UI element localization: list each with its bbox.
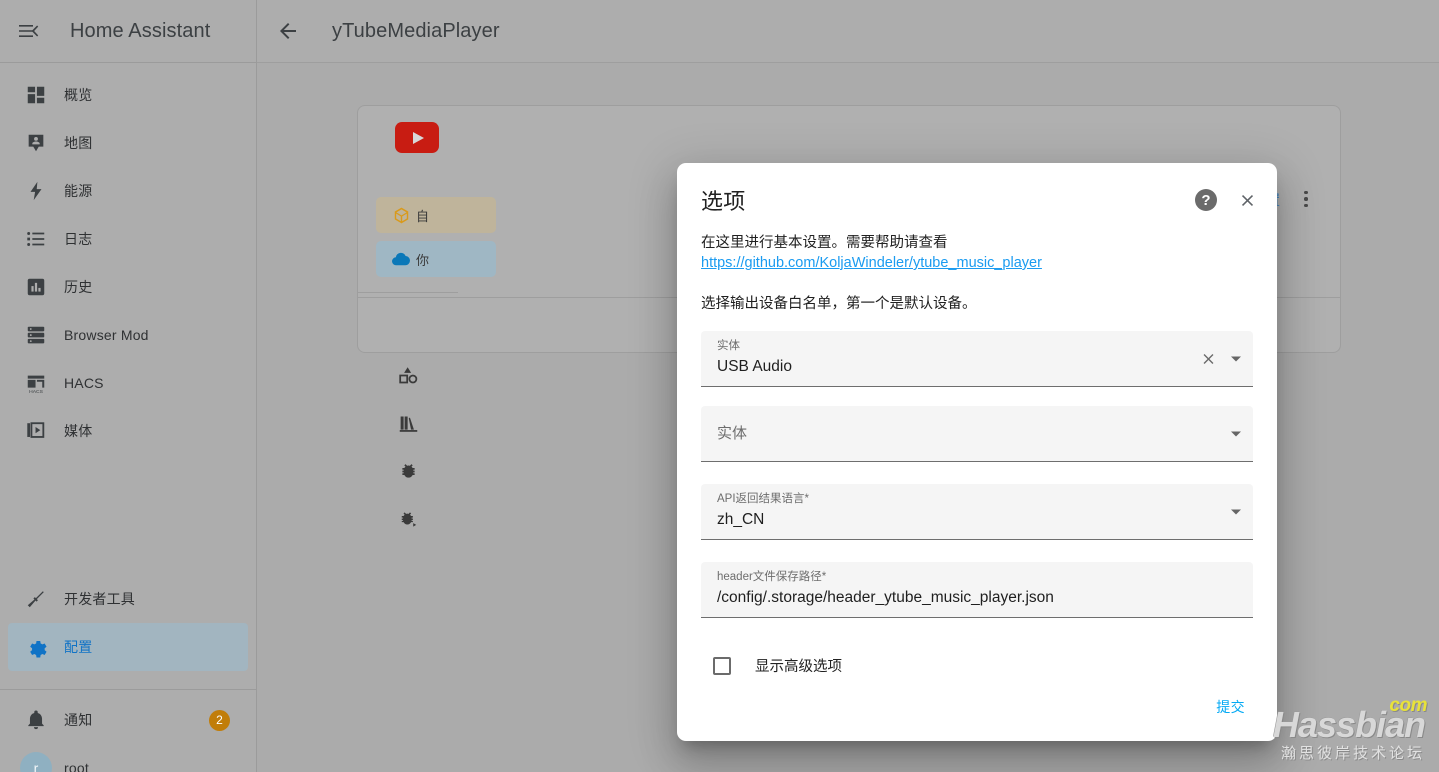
header-file-path-value: /config/.storage/header_ytube_music_play…	[717, 589, 1054, 606]
menu-collapse-icon[interactable]	[0, 0, 56, 63]
hacs-storefront-icon: HACS	[8, 372, 64, 394]
options-dialog: 选项 ? 在这里进行基本设置。需要帮助请查看 https://github.co…	[677, 163, 1277, 741]
sidebar-item-label: 通知	[64, 712, 93, 728]
api-language-field-actions	[1231, 509, 1241, 514]
sidebar-header: Home Assistant	[0, 0, 256, 63]
dialog-description-secondary: 选择输出设备白名单，第一个是默认设备。	[701, 296, 977, 312]
sidebar-divider	[0, 689, 256, 690]
svg-text:HACS: HACS	[29, 389, 43, 394]
sidebar-item-user[interactable]: r root	[8, 744, 248, 772]
sidebar-item-label: Browser Mod	[64, 327, 149, 343]
format-list-bulleted-icon	[8, 228, 64, 250]
sidebar-item-label: 历史	[64, 279, 93, 295]
app-root: Home Assistant 概览 地图 能源 日志 历史 Browser Mo…	[0, 0, 1439, 772]
sidebar-item-overview[interactable]: 概览	[8, 71, 248, 119]
entity-field-filled[interactable]: 实体 USB Audio	[701, 331, 1253, 387]
sidebar-item-energy[interactable]: 能源	[8, 167, 248, 215]
dialog-title: 选项	[701, 189, 746, 214]
sidebar-item-map[interactable]: 地图	[8, 119, 248, 167]
api-language-field[interactable]: API返回结果语言* zh_CN	[701, 484, 1253, 540]
caret-down-icon[interactable]	[1231, 431, 1241, 436]
sidebar-item-label: 概览	[64, 87, 93, 103]
avatar: r	[8, 752, 64, 772]
app-title: Home Assistant	[70, 19, 211, 42]
sidebar-item-label: 地图	[64, 135, 93, 151]
clear-icon[interactable]	[1200, 350, 1217, 367]
sidebar-item-label: HACS	[64, 375, 104, 391]
sidebar-item-developer-tools[interactable]: 开发者工具	[8, 575, 248, 623]
page-title: yTubeMediaPlayer	[332, 19, 500, 42]
advanced-options-label: 显示高级选项	[755, 659, 842, 675]
sidebar-item-hacs[interactable]: HACS HACS	[8, 359, 248, 407]
caret-down-icon[interactable]	[1231, 509, 1241, 514]
play-box-multiple-icon	[8, 420, 64, 442]
lightning-bolt-icon	[8, 180, 64, 202]
hammer-wrench-icon	[8, 588, 64, 610]
caret-down-icon[interactable]	[1231, 356, 1241, 361]
entity-empty-field-actions	[1231, 431, 1241, 436]
dialog-footer: 提交	[677, 689, 1277, 741]
sidebar-item-label: root	[64, 760, 89, 772]
api-language-value: zh_CN	[717, 511, 765, 528]
sidebar-item-label: 能源	[64, 183, 93, 199]
sidebar-item-history[interactable]: 历史	[8, 263, 248, 311]
sidebar-item-notifications[interactable]: 通知 2	[8, 696, 248, 744]
close-icon[interactable]	[1235, 188, 1259, 212]
submit-button[interactable]: 提交	[1208, 689, 1253, 725]
content-area: 自 你 选项 ? 在这里进行基本设置。需要帮助请查看 https://githu…	[257, 63, 1439, 772]
cog-icon	[8, 636, 64, 659]
arrow-left-icon[interactable]	[257, 0, 319, 63]
entity-field-label: 实体	[717, 340, 740, 352]
dialog-header-actions: ?	[1195, 188, 1259, 212]
bell-icon	[8, 709, 64, 731]
sidebar-item-media[interactable]: 媒体	[8, 407, 248, 455]
header-file-path-label: header文件保存路径*	[717, 571, 827, 583]
sidebar-item-label: 日志	[64, 231, 93, 247]
checkbox-unchecked-icon[interactable]	[713, 656, 731, 675]
sidebar-item-label: 配置	[64, 639, 93, 655]
api-language-label: API返回结果语言*	[717, 493, 810, 505]
map-marker-account-icon	[8, 132, 64, 154]
main-area: yTubeMediaPlayer 自 你 选项 ? 在这里进行基本设置。需要帮助…	[257, 0, 1439, 772]
header-file-path-field[interactable]: header文件保存路径* /config/.storage/header_yt…	[701, 562, 1253, 618]
sidebar: Home Assistant 概览 地图 能源 日志 历史 Browser Mo…	[0, 0, 257, 772]
dialog-body: 在这里进行基本设置。需要帮助请查看 https://github.com/Kol…	[677, 217, 1277, 689]
sidebar-nav: 概览 地图 能源 日志 历史 Browser Mod HACS HACS 媒体 …	[0, 63, 256, 772]
dialog-header: 选项 ?	[677, 163, 1277, 217]
sidebar-item-label: 媒体	[64, 423, 93, 439]
help-circle-icon[interactable]: ?	[1195, 189, 1217, 211]
toolbar: yTubeMediaPlayer	[257, 0, 1439, 63]
entity-field-value: USB Audio	[717, 358, 792, 375]
github-link[interactable]: https://github.com/KoljaWindeler/ytube_m…	[701, 253, 1042, 273]
entity-field-empty[interactable]: 实体	[701, 406, 1253, 462]
entity-field-placeholder: 实体	[717, 424, 748, 442]
view-dashboard-icon	[8, 84, 64, 106]
sidebar-item-browser-mod[interactable]: Browser Mod	[8, 311, 248, 359]
dialog-description-text: 在这里进行基本设置。需要帮助请查看	[701, 235, 948, 251]
server-icon	[8, 324, 64, 346]
chart-box-icon	[8, 276, 64, 298]
entity-field-actions	[1200, 350, 1241, 367]
dialog-description: 在这里进行基本设置。需要帮助请查看 https://github.com/Kol…	[701, 233, 1253, 273]
avatar-initial: r	[20, 752, 52, 772]
sidebar-item-configuration[interactable]: 配置	[8, 623, 248, 671]
sidebar-item-label: 开发者工具	[64, 591, 135, 607]
notification-badge: 2	[209, 709, 230, 731]
advanced-options-checkbox-row[interactable]: 显示高级选项	[701, 655, 1253, 676]
sidebar-item-logbook[interactable]: 日志	[8, 215, 248, 263]
